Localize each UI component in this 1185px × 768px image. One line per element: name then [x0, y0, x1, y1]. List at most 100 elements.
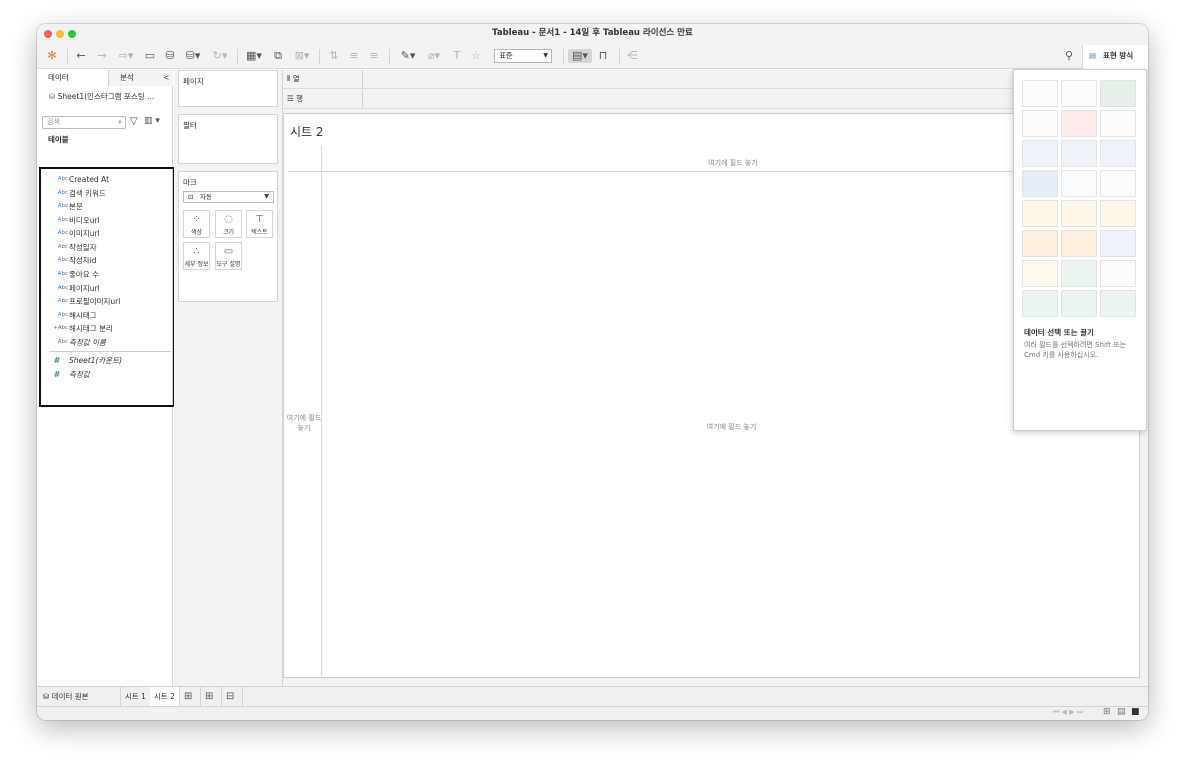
dual-combination-thumbnail[interactable]	[1100, 230, 1136, 257]
color-button[interactable]: ⁘ 색상	[183, 210, 210, 238]
clear-sheet-icon[interactable]: ⊠▾	[291, 49, 313, 63]
swap-icon[interactable]: ⇅	[327, 49, 341, 63]
highlight-icon[interactable]: ✎▾	[397, 49, 419, 63]
line-discrete-thumbnail[interactable]	[1022, 200, 1058, 227]
collapse-pane-icon[interactable]: <	[159, 70, 173, 86]
new-worksheet-tab-icon[interactable]: ⊞	[180, 687, 201, 707]
sheet-sorter-icon[interactable]: ⊞	[1103, 707, 1111, 717]
field-item[interactable]: +Abc 해시태그 분리	[41, 322, 173, 335]
tabs-view-icon[interactable]: ■	[1131, 707, 1140, 717]
horizontal-bar-thumbnail[interactable]	[1022, 140, 1058, 167]
size-button[interactable]: ◌ 크기	[215, 210, 242, 238]
mark-type-dropdown[interactable]: ⊡ 자동 ▼	[183, 191, 274, 203]
rows-icon: ☰	[287, 94, 297, 103]
columns-shelf-label: ⦀ 열	[287, 70, 363, 89]
pie-chart-thumbnail[interactable]	[1100, 110, 1136, 137]
minimize-window-button[interactable]	[56, 30, 64, 38]
filters-card[interactable]: 필터	[178, 114, 278, 164]
text-label: 텍스트	[251, 229, 268, 236]
datasource-item[interactable]: ⛁ Sheet1(인스타그램 포스팅 ...	[49, 91, 154, 102]
tab-datasource[interactable]: ⛁ 데이터 원본	[37, 687, 121, 707]
tab-analysis[interactable]: 분석	[109, 70, 159, 86]
bullet-graph-thumbnail[interactable]	[1061, 290, 1097, 317]
tab-sheet-2[interactable]: 시트 2	[150, 687, 180, 707]
row-drop-zone[interactable]: 여기에 필드 놓기	[286, 413, 322, 433]
circle-view-thumbnail[interactable]	[1061, 170, 1097, 197]
field-name: 프로필이미지url	[69, 297, 121, 306]
zoom-window-button[interactable]	[68, 30, 76, 38]
area-continuous-thumbnail[interactable]	[1022, 230, 1058, 257]
show-cards-icon[interactable]: ▤▾	[568, 49, 592, 63]
field-item[interactable]: Abc 해시태그	[41, 309, 173, 322]
tableau-logo-icon[interactable]: ✻	[45, 49, 59, 63]
chevron-down-icon: ▼	[264, 193, 269, 200]
side-by-side-bar-thumbnail[interactable]	[1100, 140, 1136, 167]
highlight-table-thumbnail[interactable]	[1100, 80, 1136, 107]
close-window-button[interactable]	[44, 30, 52, 38]
undo-icon[interactable]: ←	[74, 49, 88, 63]
pages-card[interactable]: 페이지	[178, 70, 278, 107]
group-icon[interactable]: ⌀▾	[423, 49, 445, 63]
refresh-icon[interactable]: ↻▾	[209, 49, 231, 63]
symbol-map-thumbnail[interactable]	[1022, 110, 1058, 137]
search-input[interactable]: 검색 ⌕	[42, 116, 126, 129]
fix-axes-icon[interactable]: ☆	[469, 49, 483, 63]
field-item[interactable]: Abc 비디오url	[41, 214, 173, 227]
field-item[interactable]: Abc 검색 키워드	[41, 187, 173, 200]
presentation-icon[interactable]: ⊓	[596, 49, 610, 63]
packed-bubbles-thumbnail[interactable]	[1100, 290, 1136, 317]
area-discrete-thumbnail[interactable]	[1061, 230, 1097, 257]
replay-icon[interactable]: ⇨▾	[115, 49, 137, 63]
field-item[interactable]: Abc 본문	[41, 200, 173, 213]
view-options-icon[interactable]: ▥ ▾	[144, 116, 160, 126]
gantt-chart-thumbnail[interactable]	[1022, 290, 1058, 317]
show-me-button[interactable]: ▤ 표현 방식	[1082, 45, 1148, 69]
measure-item[interactable]: # Sheet1(카운트)	[41, 354, 173, 367]
tooltip-button[interactable]: ▭ 도구 설명	[215, 242, 242, 270]
field-item[interactable]: Abc 이미지url	[41, 227, 173, 240]
field-item[interactable]: Abc 프로필이미지url	[41, 295, 173, 308]
field-item[interactable]: Abc 작성자id	[41, 254, 173, 267]
sort-ascending-icon[interactable]: ≡	[347, 49, 361, 63]
filmstrip-icon[interactable]: ▤	[1117, 707, 1126, 717]
histogram-thumbnail[interactable]	[1061, 260, 1097, 287]
field-item[interactable]: Abc Created At	[41, 173, 173, 186]
sort-descending-icon[interactable]: ≡	[367, 49, 381, 63]
new-story-tab-icon[interactable]: ⊟	[222, 687, 243, 707]
filled-map-thumbnail[interactable]	[1061, 110, 1097, 137]
redo-icon[interactable]: →	[95, 49, 109, 63]
text-table-thumbnail[interactable]	[1022, 80, 1058, 107]
filter-icon[interactable]: ▽	[130, 116, 138, 127]
stacked-bar-thumbnail[interactable]	[1061, 140, 1097, 167]
field-item[interactable]: Abc 측정값 이름	[41, 336, 173, 349]
scatter-plot-thumbnail[interactable]	[1022, 260, 1058, 287]
save-icon[interactable]: ▭	[143, 49, 157, 63]
detail-label: 세부 정보	[184, 261, 209, 268]
treemap-thumbnail[interactable]	[1022, 170, 1058, 197]
side-by-side-circle-thumbnail[interactable]	[1100, 170, 1136, 197]
new-dashboard-tab-icon[interactable]: ⊞	[201, 687, 222, 707]
page-nav-icon[interactable]: ⏮ ◀ ▶ ⏭	[1053, 708, 1083, 717]
text-button[interactable]: ⊤ 텍스트	[246, 210, 273, 238]
new-datasource-icon[interactable]: ⛁	[163, 49, 177, 63]
field-item[interactable]: Abc 좋아요 수	[41, 268, 173, 281]
cards-column: 페이지 필터 마크 ⊡ 자동 ▼ ⁘ 색상 ◌ 크기 ⊤ 텍스트 ∴ 세부 정보 ▭ 도구…	[174, 70, 283, 686]
format-paint-icon[interactable]: ⚲	[1062, 49, 1076, 63]
field-item[interactable]: Abc 페이지url	[41, 282, 173, 295]
pause-updates-icon[interactable]: ⛁▾	[182, 49, 204, 63]
labels-icon[interactable]: T	[450, 49, 464, 63]
dual-line-thumbnail[interactable]	[1100, 200, 1136, 227]
detail-button[interactable]: ∴ 세부 정보	[183, 242, 210, 270]
measure-item[interactable]: # 측정값	[41, 368, 173, 381]
field-item[interactable]: Abc 작성일자	[41, 241, 173, 254]
tab-sheet-1[interactable]: 시트 1	[121, 687, 151, 707]
fit-dropdown[interactable]: 표준 ▼	[494, 49, 552, 63]
share-icon[interactable]: ⋲	[625, 49, 639, 63]
heat-map-thumbnail[interactable]	[1061, 80, 1097, 107]
box-whisker-thumbnail[interactable]	[1100, 260, 1136, 287]
new-worksheet-icon[interactable]: ▦▾	[243, 49, 265, 63]
duplicate-sheet-icon[interactable]: ⧉	[271, 49, 285, 63]
tab-data[interactable]: 데이터	[37, 70, 109, 86]
tables-section-title: 테이블	[48, 135, 69, 144]
line-continuous-thumbnail[interactable]	[1061, 200, 1097, 227]
